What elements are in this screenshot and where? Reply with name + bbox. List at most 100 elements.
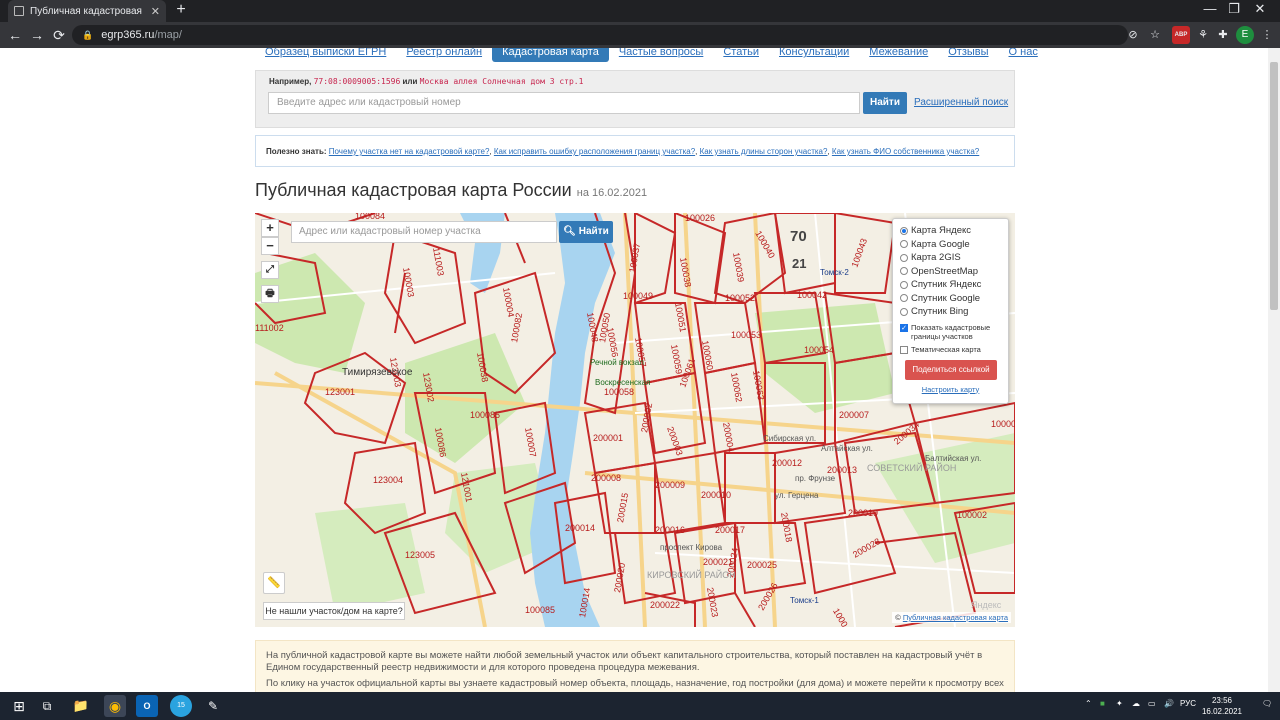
- cadastral-map[interactable]: 100084 100026 100040 70 21 100037 100038…: [255, 213, 1015, 627]
- nav-link-4[interactable]: Статьи: [713, 48, 769, 62]
- radio-icon[interactable]: [900, 253, 908, 262]
- nav-link-5[interactable]: Консультации: [769, 48, 859, 62]
- notifications-icon[interactable]: 🗨: [1262, 699, 1272, 708]
- layer-option[interactable]: Карта Google: [900, 238, 1001, 252]
- layer-label: Карта 2GIS: [911, 252, 961, 264]
- nav-link-3[interactable]: Частые вопросы: [609, 48, 714, 62]
- zoom-in-button[interactable]: +: [261, 219, 279, 237]
- layer-option[interactable]: Карта 2GIS: [900, 251, 1001, 265]
- share-link-button[interactable]: Поделиться ссылкой: [905, 359, 997, 380]
- volume-icon[interactable]: 🔊: [1164, 699, 1174, 708]
- place-label: Яндекс: [971, 600, 1002, 610]
- extension-icon[interactable]: ⚘: [1194, 26, 1212, 44]
- radio-icon[interactable]: [900, 307, 908, 316]
- radio-icon[interactable]: [900, 294, 908, 303]
- nav-link-8[interactable]: О нас: [999, 48, 1048, 62]
- layer-option[interactable]: OpenStreetMap: [900, 265, 1001, 279]
- search-button[interactable]: Найти: [863, 92, 907, 114]
- browser-tab[interactable]: Публичная кадастровая карта ✕: [8, 0, 166, 22]
- parcel-label: 200016: [655, 525, 685, 535]
- adblock-extension-icon[interactable]: ABP: [1172, 26, 1190, 44]
- place-label: пр. Фрунзе: [795, 474, 836, 483]
- layer-option[interactable]: Спутник Bing: [900, 305, 1001, 319]
- map-search-input[interactable]: Адрес или кадастровый номер участка: [291, 221, 557, 243]
- windows-start-icon[interactable]: ⊞: [8, 695, 30, 717]
- radio-icon[interactable]: [900, 280, 908, 289]
- parcel-label: 100054: [804, 345, 834, 355]
- puzzle-extensions-icon[interactable]: ✚: [1214, 26, 1232, 44]
- window-close-button[interactable]: ✕: [1250, 1, 1270, 17]
- parcel-label: 200009: [655, 480, 685, 490]
- layer-option[interactable]: Спутник Яндекс: [900, 278, 1001, 292]
- new-tab-button[interactable]: +: [172, 1, 190, 19]
- attribution-prefix: ©: [895, 613, 901, 622]
- print-icon[interactable]: 🖶: [261, 285, 279, 303]
- thematic-map-checkbox[interactable]: Тематическая карта: [900, 345, 1001, 354]
- tray-display-icon[interactable]: ▭: [1148, 699, 1156, 708]
- telegram-icon[interactable]: 15: [170, 695, 192, 717]
- restore-button[interactable]: ❐: [1224, 1, 1244, 17]
- example-label: Например,: [269, 77, 312, 86]
- forward-button[interactable]: →: [26, 27, 48, 43]
- camera-off-icon[interactable]: ⊘: [1124, 26, 1142, 44]
- address-search-input[interactable]: Введите адрес или кадастровый номер: [268, 92, 860, 114]
- show-borders-label: Показать кадастровые границы участков: [911, 322, 991, 341]
- radio-icon[interactable]: [900, 226, 908, 235]
- parcel-label: 200007: [839, 410, 869, 420]
- file-explorer-icon[interactable]: 📁: [70, 695, 92, 717]
- outlook-icon[interactable]: O: [136, 695, 158, 717]
- menu-kebab-icon[interactable]: ⋮: [1258, 26, 1276, 44]
- map-search-button[interactable]: 🔍︎ Найти: [559, 221, 613, 243]
- parcel-label: 200012: [772, 458, 802, 468]
- tray-app-icon[interactable]: ■: [1100, 699, 1105, 708]
- back-button[interactable]: ←: [4, 27, 26, 43]
- tip-link[interactable]: Как узнать длины сторон участка?: [700, 147, 828, 156]
- tip-link[interactable]: Как узнать ФИО собственника участка?: [832, 147, 979, 156]
- language-indicator[interactable]: РУС: [1180, 699, 1196, 708]
- parcel-label: 100053: [731, 330, 761, 340]
- checkbox-checked-icon[interactable]: ✓: [900, 323, 908, 332]
- reload-button[interactable]: ⟳: [48, 27, 70, 44]
- checkbox-icon[interactable]: [900, 345, 908, 354]
- tip-link[interactable]: Почему участка нет на кадастровой карте?: [329, 147, 490, 156]
- tray-cloud-icon[interactable]: ☁: [1132, 699, 1140, 708]
- scrollbar-thumb[interactable]: [1270, 62, 1278, 310]
- bookmark-star-icon[interactable]: ☆: [1146, 26, 1164, 44]
- clock-time: 23:56: [1211, 696, 1233, 705]
- radio-icon[interactable]: [900, 267, 908, 276]
- app-icon[interactable]: ✎: [202, 695, 224, 717]
- advanced-search-link[interactable]: Расширенный поиск: [914, 97, 1008, 108]
- tip-link[interactable]: Как исправить ошибку расположения границ…: [494, 147, 695, 156]
- attribution-link[interactable]: Публичная кадастровая карта: [903, 613, 1008, 622]
- layer-option[interactable]: Карта Яндекс: [900, 224, 1001, 238]
- nav-link-2[interactable]: Кадастровая карта: [492, 48, 609, 62]
- not-found-button[interactable]: Не нашли участок/дом на карте?: [263, 602, 405, 620]
- nav-link-6[interactable]: Межевание: [859, 48, 938, 62]
- radio-icon[interactable]: [900, 240, 908, 249]
- tab-close-icon[interactable]: ✕: [151, 5, 160, 18]
- page-scrollbar[interactable]: [1268, 48, 1280, 692]
- ruler-icon[interactable]: 📏: [263, 572, 285, 594]
- address-search-panel: Например, 77:08:0009005:1596 или Москва …: [255, 70, 1015, 128]
- nav-link-0[interactable]: Образец выписки ЕГРН: [255, 48, 396, 62]
- nav-link-1[interactable]: Реестр онлайн: [396, 48, 492, 62]
- address-bar[interactable]: 🔒 egrp365.ru /map/: [72, 25, 1128, 45]
- zoom-out-button[interactable]: −: [261, 237, 279, 255]
- layer-option[interactable]: Спутник Google: [900, 292, 1001, 306]
- fullscreen-icon[interactable]: ⤢: [261, 261, 279, 279]
- tray-chevron-icon[interactable]: ⌃: [1085, 699, 1092, 708]
- profile-avatar[interactable]: E: [1236, 26, 1254, 44]
- tray-network-icon[interactable]: ✦: [1116, 699, 1123, 708]
- setup-map-link[interactable]: Настроить карту: [900, 385, 1001, 394]
- map-attribution: © Публичная кадастровая карта: [892, 612, 1011, 623]
- parcel-label: 100042: [797, 290, 827, 300]
- parcel-label: 200019: [848, 508, 878, 518]
- nav-link-7[interactable]: Отзывы: [938, 48, 998, 62]
- show-borders-checkbox[interactable]: ✓ Показать кадастровые границы участков: [900, 323, 1001, 341]
- example-address: Москва аллея Солнечная дом 3 стр.1: [419, 77, 584, 86]
- taskbar-clock[interactable]: 23:56 16.02.2021: [1198, 695, 1246, 717]
- minimize-button[interactable]: —: [1200, 1, 1220, 16]
- task-view-icon[interactable]: ⧉: [36, 695, 58, 717]
- chrome-icon[interactable]: ◉: [104, 695, 126, 717]
- parcel-label: 200017: [715, 525, 745, 535]
